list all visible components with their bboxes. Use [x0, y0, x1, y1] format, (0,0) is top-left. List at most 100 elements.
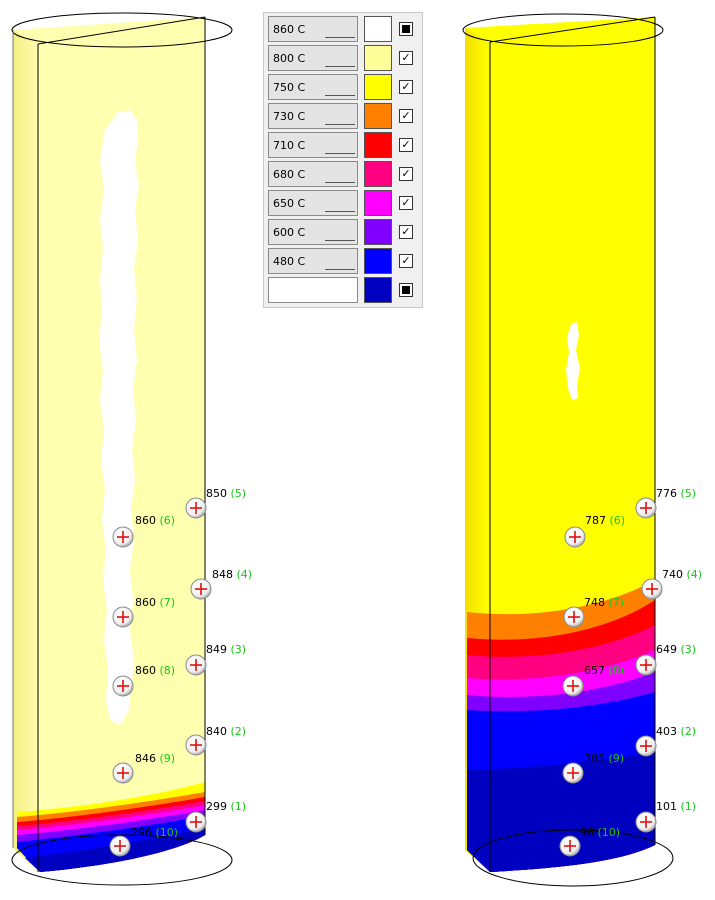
probe-temperature-value: 860: [135, 596, 156, 609]
probe-index: (2): [230, 725, 247, 738]
color-legend-panel: 860 C 800 C ✓ 750 C ✓ 730 C ✓ 710 C ✓ 680 C ✓ 650 C…: [263, 12, 423, 308]
legend-color-swatch[interactable]: [364, 248, 392, 274]
right-probe-marker[interactable]: [564, 526, 586, 548]
probe-index: (7): [608, 596, 625, 609]
probe-index: (10): [597, 826, 621, 839]
probe-temperature-value: 846: [135, 752, 156, 765]
legend-button-underline: [325, 95, 355, 96]
probe-temperature-value: 748: [584, 596, 605, 609]
left-probe-marker[interactable]: [112, 526, 134, 548]
right-probe-marker[interactable]: [563, 606, 585, 628]
legend-checkbox[interactable]: ✓: [399, 167, 413, 181]
probe-temperature-value: 296: [131, 826, 152, 839]
left-probe-marker[interactable]: [185, 811, 207, 833]
legend-threshold-label: 750 C: [273, 81, 306, 94]
left-probe-marker[interactable]: [112, 762, 134, 784]
legend-color-swatch[interactable]: [364, 190, 392, 216]
right-probe-marker[interactable]: [635, 735, 657, 757]
left-probe-marker[interactable]: [185, 497, 207, 519]
probe-temperature-value: 787: [585, 514, 606, 527]
left-probe-label: 296 (10): [131, 827, 178, 839]
legend-threshold-button[interactable]: 730 C: [268, 103, 358, 129]
legend-row: 750 C ✓: [268, 74, 420, 101]
legend-button-underline: [325, 153, 355, 154]
probe-temperature-value: 848: [212, 568, 233, 581]
left-probe-marker[interactable]: [185, 734, 207, 756]
legend-row: 680 C ✓: [268, 161, 420, 188]
probe-index: (5): [680, 487, 697, 500]
probe-index: (6): [159, 514, 176, 527]
probe-temperature-value: 849: [206, 643, 227, 656]
legend-color-swatch[interactable]: [364, 103, 392, 129]
right-probe-label: 657 (8): [584, 665, 624, 677]
legend-color-swatch[interactable]: [364, 219, 392, 245]
legend-row: [268, 277, 420, 304]
right-probe-label: 403 (2): [656, 726, 696, 738]
legend-checkbox[interactable]: ✓: [399, 109, 413, 123]
probe-index: (1): [230, 800, 247, 813]
left-probe-label: 860 (7): [135, 597, 175, 609]
left-probe-label: 850 (5): [206, 488, 246, 500]
right-probe-label: 649 (3): [656, 644, 696, 656]
legend-fixed-checkbox[interactable]: [399, 283, 413, 297]
legend-threshold-label: 710 C: [273, 139, 306, 152]
right-probe-label: 101 (1): [656, 801, 696, 813]
probe-temperature-value: 299: [206, 800, 227, 813]
legend-checkbox[interactable]: ✓: [399, 80, 413, 94]
probe-temperature-value: 101: [656, 800, 677, 813]
probe-temperature-value: 657: [584, 664, 605, 677]
right-probe-label: 385 (9): [584, 753, 624, 765]
probe-index: (6): [609, 514, 626, 527]
left-cylinder-side-shade: [13, 30, 38, 872]
legend-threshold-button[interactable]: 860 C: [268, 16, 358, 42]
legend-threshold-button[interactable]: 680 C: [268, 161, 358, 187]
probe-temperature-value: 649: [656, 643, 677, 656]
legend-threshold-button[interactable]: 750 C: [268, 74, 358, 100]
probe-temperature-value: 850: [206, 487, 227, 500]
probe-index: (8): [608, 664, 625, 677]
probe-temperature-value: 776: [656, 487, 677, 500]
legend-color-swatch[interactable]: [364, 74, 392, 100]
probe-index: (4): [236, 568, 253, 581]
legend-threshold-button[interactable]: 650 C: [268, 190, 358, 216]
legend-color-swatch[interactable]: [364, 132, 392, 158]
legend-color-swatch[interactable]: [364, 16, 392, 42]
legend-threshold-label: 680 C: [273, 168, 306, 181]
legend-threshold-button[interactable]: 800 C: [268, 45, 358, 71]
probe-temperature-value: 385: [584, 752, 605, 765]
legend-threshold-button[interactable]: 600 C: [268, 219, 358, 245]
legend-color-swatch[interactable]: [364, 161, 392, 187]
right-probe-marker[interactable]: [635, 654, 657, 676]
left-probe-label: 848 (4): [212, 569, 252, 581]
left-probe-marker[interactable]: [185, 654, 207, 676]
probe-index: (4): [686, 568, 703, 581]
left-probe-marker[interactable]: [112, 606, 134, 628]
legend-checkbox[interactable]: ✓: [399, 138, 413, 152]
probe-temperature-value: 403: [656, 725, 677, 738]
left-probe-marker[interactable]: [112, 675, 134, 697]
probe-temperature-value: 96: [580, 826, 594, 839]
left-probe-label: 860 (8): [135, 665, 175, 677]
legend-threshold-button[interactable]: 710 C: [268, 132, 358, 158]
legend-checkbox[interactable]: ✓: [399, 254, 413, 268]
right-probe-marker[interactable]: [641, 578, 663, 600]
right-probe-marker[interactable]: [562, 762, 584, 784]
right-probe-marker[interactable]: [562, 675, 584, 697]
legend-button-underline: [325, 240, 355, 241]
right-probe-marker[interactable]: [635, 811, 657, 833]
right-probe-label: 96 (10): [580, 827, 620, 839]
legend-fixed-checkbox[interactable]: [399, 22, 413, 36]
probe-index: (5): [230, 487, 247, 500]
legend-threshold-button[interactable]: [268, 277, 358, 303]
right-band-darkblue: [467, 752, 655, 872]
legend-color-swatch[interactable]: [364, 45, 392, 71]
legend-checkbox[interactable]: ✓: [399, 51, 413, 65]
left-probe-marker[interactable]: [190, 578, 212, 600]
legend-threshold-button[interactable]: 480 C: [268, 248, 358, 274]
left-probe-marker[interactable]: [109, 835, 131, 857]
legend-checkbox[interactable]: ✓: [399, 225, 413, 239]
right-probe-marker[interactable]: [635, 497, 657, 519]
right-probe-marker[interactable]: [559, 835, 581, 857]
legend-checkbox[interactable]: ✓: [399, 196, 413, 210]
legend-color-swatch[interactable]: [364, 277, 392, 303]
